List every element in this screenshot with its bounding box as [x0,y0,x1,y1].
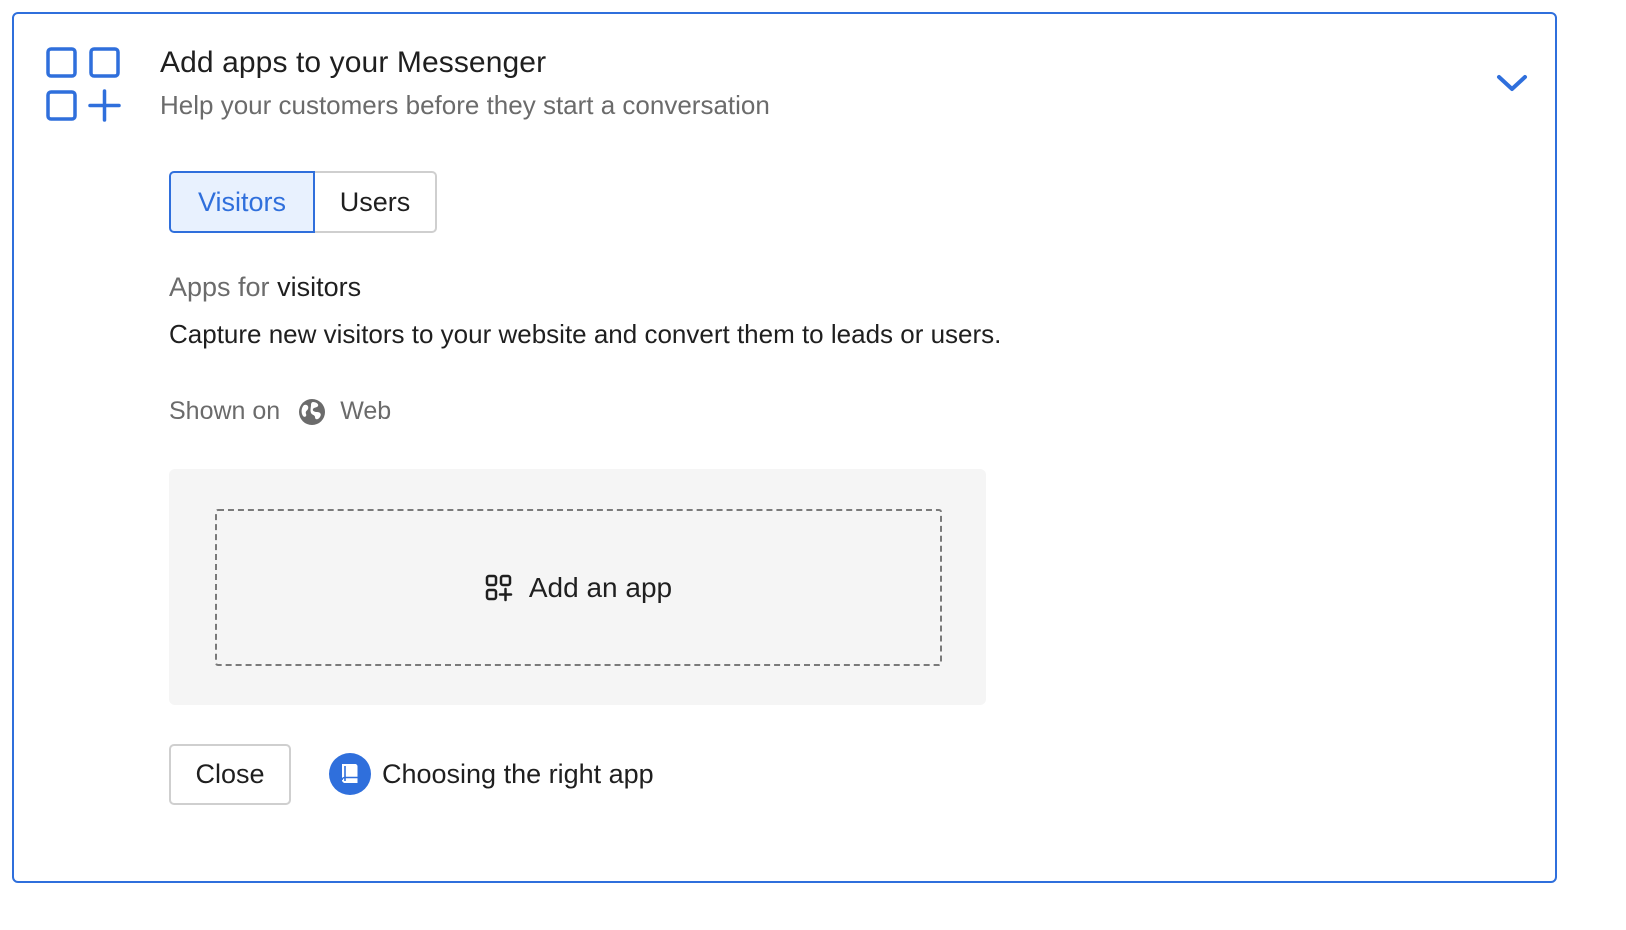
tab-users[interactable]: Users [315,171,437,233]
card-subtitle: Help your customers before they start a … [160,90,770,120]
tab-visitors[interactable]: Visitors [169,171,315,233]
apps-slot-panel: Add an app [169,469,986,705]
shown-on-row: Shown on Web [169,397,391,426]
section-title-prefix: Apps for [169,272,270,302]
apps-grid-add-icon [46,47,121,122]
choosing-right-app-link[interactable]: Choosing the right app [328,752,654,796]
book-icon [329,753,371,795]
help-link-label: Choosing the right app [382,758,654,789]
close-button[interactable]: Close [169,744,291,805]
globe-icon [299,398,326,425]
section-description: Capture new visitors to your website and… [169,319,1002,349]
audience-tabs: Visitors Users [169,171,437,233]
add-app-button[interactable]: Add an app [215,509,942,666]
platform-label: Web [340,397,392,425]
apps-add-icon [485,574,513,601]
card-title: Add apps to your Messenger [160,46,547,79]
shown-on-label: Shown on [169,397,281,425]
section-title: Apps for visitors [169,272,361,303]
chevron-down-icon[interactable] [1494,69,1530,97]
messenger-apps-card: Add apps to your Messenger Help your cus… [12,12,1557,883]
add-app-label: Add an app [528,571,673,603]
section-title-audience: visitors [277,272,362,302]
